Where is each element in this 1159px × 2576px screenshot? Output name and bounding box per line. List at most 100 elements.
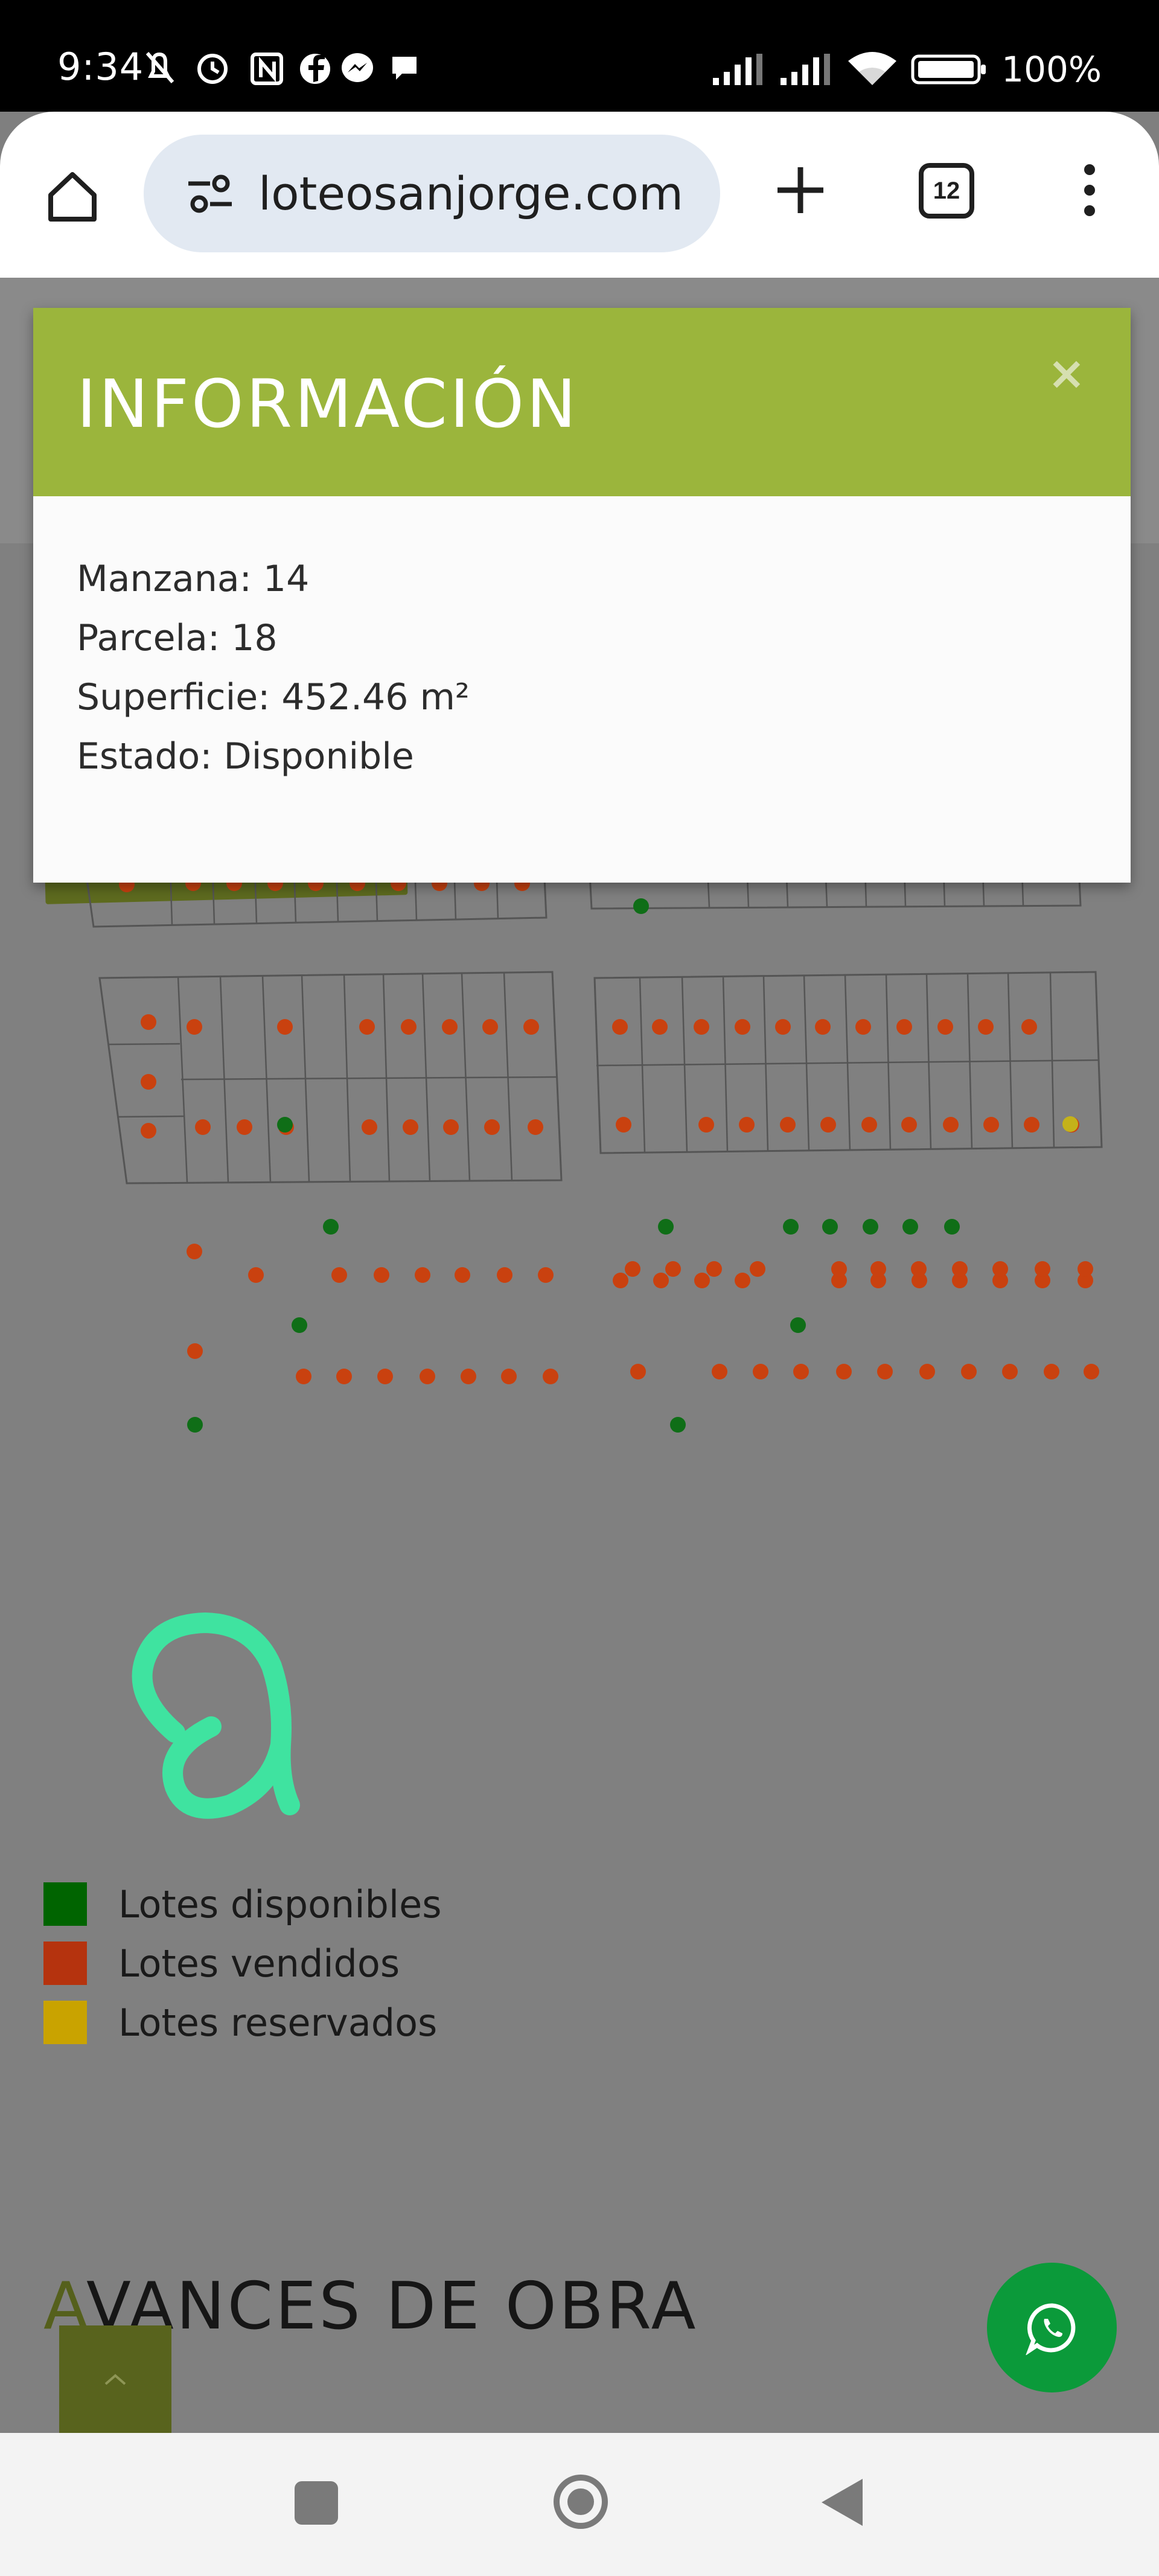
lot-marker <box>633 898 649 914</box>
lot-marker <box>420 1369 435 1384</box>
lot-marker <box>613 1273 628 1288</box>
back-icon[interactable] <box>818 2475 866 2530</box>
lot-marker <box>670 1417 686 1433</box>
lot-marker <box>461 1369 476 1384</box>
lot-marker <box>248 1267 264 1283</box>
lot-marker <box>528 1119 543 1135</box>
home-icon[interactable] <box>42 166 103 226</box>
lot-marker <box>952 1261 968 1277</box>
lot-marker <box>896 1019 912 1035</box>
lot-marker <box>374 1267 389 1283</box>
lot-marker <box>992 1261 1008 1277</box>
lot-marker <box>983 1117 999 1133</box>
legend-swatch-available <box>43 1882 87 1926</box>
modal-header: INFORMACIÓN × <box>33 308 1131 496</box>
address-bar[interactable]: loteosanjorge.com <box>144 135 720 252</box>
notification-icons-svg <box>145 52 417 85</box>
lot-marker <box>359 1019 375 1035</box>
lot-marker <box>944 1219 960 1235</box>
lot-marker <box>403 1119 418 1135</box>
lot-marker <box>790 1317 806 1333</box>
info-estado: Estado: Disponible <box>77 735 414 778</box>
lot-marker <box>523 1019 539 1035</box>
whatsapp-button[interactable] <box>987 2263 1117 2392</box>
lot-marker <box>831 1261 847 1277</box>
plus-icon[interactable] <box>771 161 829 219</box>
legend: Lotes disponibles Lotes vendidos Lotes r… <box>43 1874 442 2052</box>
lot-marker <box>943 1117 959 1133</box>
lot-marker <box>538 1267 554 1283</box>
lot-marker <box>937 1019 953 1035</box>
lot-marker <box>694 1019 709 1035</box>
lot-marker <box>612 1019 628 1035</box>
lot-marker <box>141 1014 156 1030</box>
lot-marker <box>753 1364 768 1379</box>
lot-marker <box>783 1219 799 1235</box>
status-time: 9:34 <box>57 45 144 89</box>
info-modal: INFORMACIÓN × Manzana: 14 Parcela: 18 Su… <box>33 308 1131 883</box>
lot-marker <box>277 1117 293 1133</box>
lot-marker <box>870 1261 886 1277</box>
lot-marker <box>780 1117 796 1133</box>
lot-marker <box>187 1244 202 1259</box>
system-nav-bar <box>0 2433 1159 2576</box>
modal-title: INFORMACIÓN <box>77 365 579 443</box>
close-icon[interactable]: × <box>1047 350 1086 396</box>
lot-marker <box>706 1261 722 1277</box>
lot-marker <box>750 1261 765 1277</box>
lot-marker <box>277 1019 293 1035</box>
lot-marker <box>1078 1261 1093 1277</box>
lot-marker <box>187 1019 202 1035</box>
lot-marker <box>323 1219 339 1235</box>
lot-marker <box>739 1117 755 1133</box>
more-vert-icon[interactable] <box>1071 160 1108 220</box>
tune-icon[interactable] <box>186 173 234 215</box>
lot-marker <box>455 1267 470 1283</box>
lot-marker <box>1044 1364 1059 1379</box>
annotation-scribble <box>132 1612 300 1819</box>
lot-marker <box>978 1019 994 1035</box>
status-right: 100% <box>712 48 1102 91</box>
legend-item: Lotes vendidos <box>43 1934 442 1993</box>
lot-marker <box>861 1117 877 1133</box>
recents-button[interactable] <box>295 2481 338 2525</box>
lot-marker <box>961 1364 977 1379</box>
lot-marker <box>336 1369 352 1384</box>
legend-item: Lotes reservados <box>43 1993 442 2052</box>
lot-marker <box>658 1219 674 1235</box>
lot-marker <box>855 1019 871 1035</box>
lot-marker <box>616 1117 631 1133</box>
wifi-icon <box>848 52 897 85</box>
lot-marker <box>822 1219 838 1235</box>
lot-marker <box>653 1273 669 1288</box>
lot-marker <box>1035 1261 1050 1277</box>
lot-marker <box>625 1261 640 1277</box>
lot-marker <box>195 1119 211 1135</box>
section-title-rest: VANCES DE OBRA <box>86 2269 698 2344</box>
legend-item: Lotes disponibles <box>43 1874 442 1934</box>
lot-marker <box>1002 1364 1018 1379</box>
lot-marker <box>630 1364 646 1379</box>
lot-marker <box>377 1369 393 1384</box>
lot-marker <box>484 1119 500 1135</box>
lot-marker <box>296 1369 311 1384</box>
lot-marker <box>911 1261 927 1277</box>
home-nav-icon[interactable] <box>551 2472 611 2532</box>
lot-marker <box>665 1261 681 1277</box>
tab-switcher-button[interactable]: 12 <box>919 163 974 219</box>
lot-marker <box>442 1019 458 1035</box>
lot-marker <box>901 1117 917 1133</box>
lot-marker <box>877 1364 893 1379</box>
notification-icons <box>145 48 423 92</box>
lot-marker <box>187 1417 203 1433</box>
lot-marker <box>793 1364 809 1379</box>
lot-marker <box>292 1317 307 1333</box>
legend-label: Lotes reservados <box>118 2000 438 2045</box>
legend-swatch-reserved <box>43 2001 87 2044</box>
scroll-to-top-button[interactable] <box>59 2325 171 2433</box>
lot-marker <box>187 1343 203 1359</box>
lot-marker <box>501 1369 517 1384</box>
lot-marker <box>362 1119 377 1135</box>
lot-marker <box>443 1119 459 1135</box>
lot-marker <box>735 1019 750 1035</box>
